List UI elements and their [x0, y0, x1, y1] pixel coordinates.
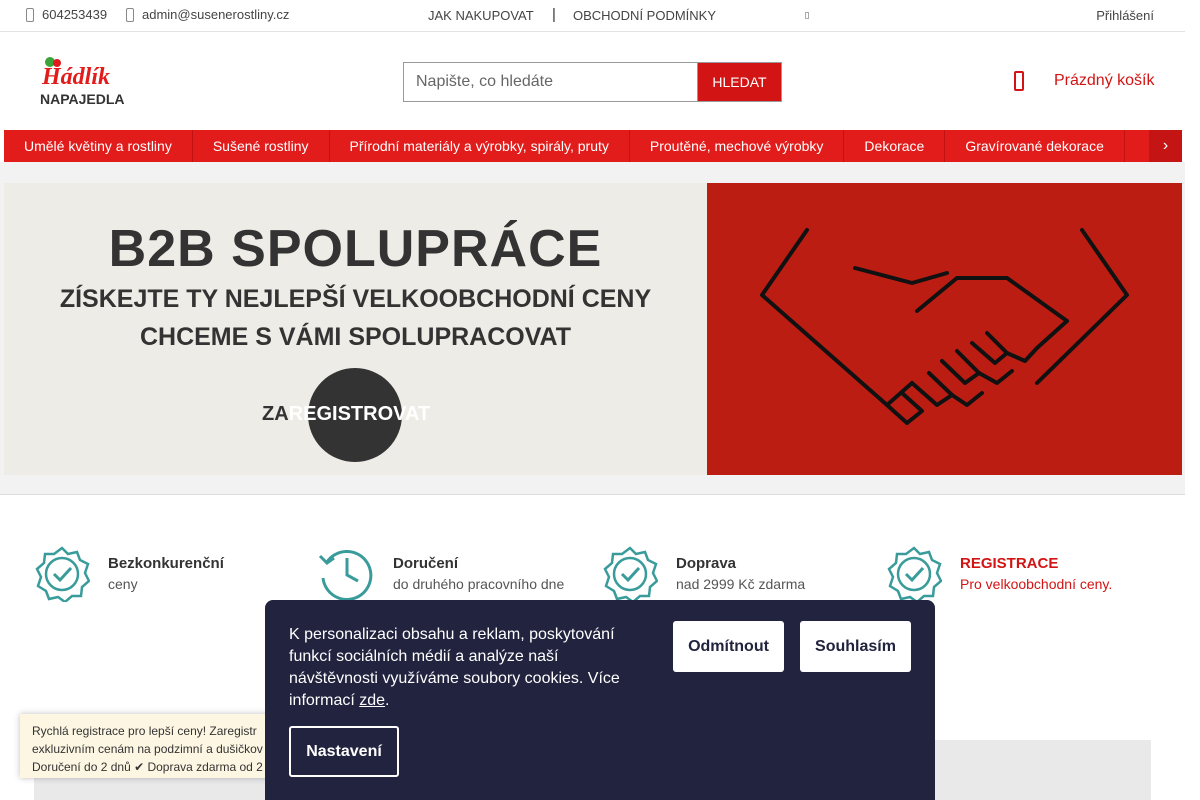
notice-line: exkluzivním cenám na podzimní a dušičkov	[32, 742, 263, 756]
benefit-subtitle: ceny	[108, 576, 138, 592]
nav-terms[interactable]: OBCHODNÍ PODMÍNKY	[573, 8, 716, 23]
banner-line-1: ZÍSKEJTE TY NEJLEPŠÍ VELKOOBCHODNÍ CENY	[59, 285, 652, 313]
benefit-subtitle: do druhého pracovního dne	[393, 576, 565, 592]
cookie-message: K personalizaci obsahu a reklam, poskyto…	[289, 626, 620, 709]
search-input[interactable]	[403, 62, 697, 102]
cookie-accept-button[interactable]: Souhlasím	[800, 621, 911, 672]
menu-item-natural-materials[interactable]: Přírodní materiály a výrobky, spirály, p…	[330, 130, 630, 162]
menu-more-button[interactable]: ›	[1149, 130, 1182, 162]
clock-icon	[318, 549, 373, 601]
cookie-period: .	[385, 692, 390, 709]
benefit-subtitle: nad 2999 Kč zdarma	[676, 576, 806, 592]
cookie-text: K personalizaci obsahu a reklam, poskyto…	[289, 624, 649, 712]
nav-separator: |	[552, 6, 556, 23]
logo-bottom-text: NAPAJEDLA	[40, 91, 125, 106]
handshake-icon	[760, 228, 1129, 425]
logo[interactable]: Hádlík NAPAJEDLA	[38, 54, 134, 106]
benefit-title: Doprava	[676, 555, 737, 572]
banner-line-2: CHCEME S VÁMI SPOLUPRACOVAT	[139, 323, 572, 351]
badge-check-icon	[887, 546, 942, 602]
email-text: admin@susenerostliny.cz	[142, 7, 290, 22]
banner-cta-part-1: ZA	[262, 403, 289, 425]
menu-item-engraved-decorations[interactable]: Gravírované dekorace	[945, 130, 1125, 162]
cart-icon	[1014, 71, 1024, 91]
benefit-subtitle: Pro velkoobchodní ceny.	[960, 576, 1113, 592]
benefit-delivery: Doručení do druhého pracovního dne	[317, 546, 564, 602]
chevron-icon: ›	[1162, 137, 1169, 154]
benefit-title: Bezkonkurenční	[108, 555, 224, 572]
logo-top-text: Hádlík	[41, 64, 110, 90]
cart-label: Prázdný košík	[1054, 72, 1155, 89]
benefit-registration[interactable]: REGISTRACE Pro velkoobchodní ceny.	[886, 546, 1112, 602]
menu-item-decorations[interactable]: Dekorace	[844, 130, 946, 162]
nav-how-to-buy[interactable]: JAK NAKUPOVAT	[428, 8, 534, 23]
info-notice[interactable]: Rychlá registrace pro lepší ceny! Zaregi…	[20, 714, 280, 778]
cookie-decline-button[interactable]: Odmítnout	[673, 621, 784, 672]
search-button[interactable]: HLEDAT	[697, 62, 782, 102]
benefit-shipping: Doprava nad 2999 Kč zdarma	[602, 546, 805, 602]
login-link[interactable]: Přihlášení	[1096, 8, 1154, 23]
benefit-title: Doručení	[393, 555, 459, 572]
benefit-title: REGISTRACE	[960, 555, 1059, 572]
top-bar: 604253439 admin@susenerostliny.cz JAK NA…	[0, 0, 1185, 32]
banner-image-panel	[707, 183, 1182, 475]
banner-cta[interactable]: ZAREGISTROVAT	[262, 403, 430, 426]
cookie-info-link[interactable]: zde	[359, 692, 385, 709]
cookie-banner: K personalizaci obsahu a reklam, poskyto…	[265, 600, 935, 800]
menu-item-wicker-products[interactable]: Proutěné, mechové výrobky	[630, 130, 845, 162]
benefit-price: Bezkonkurenční ceny	[34, 546, 224, 602]
banner-cta-part-2: REGISTROVAT	[288, 403, 431, 425]
menu-item-dried-plants[interactable]: Sušené rostliny	[193, 130, 330, 162]
banner-text-panel: B2B SPOLUPRÁCE ZÍSKEJTE TY NEJLEPŠÍ VELK…	[4, 183, 707, 475]
more-icon[interactable]	[805, 12, 809, 19]
badge-check-icon	[603, 546, 658, 602]
phone-link[interactable]: 604253439	[26, 7, 107, 22]
notice-line: Doručení do 2 dnů ✔ Doprava zdarma od 2	[32, 760, 263, 774]
banner-title: B2B SPOLUPRÁCE	[108, 220, 603, 278]
cookie-settings-button[interactable]: Nastavení	[289, 726, 399, 777]
email-icon	[126, 7, 134, 22]
badge-check-icon	[35, 546, 90, 602]
main-menu: Umělé květiny a rostliny Sušené rostliny…	[4, 130, 1182, 162]
phone-icon	[26, 7, 34, 22]
menu-item-artificial-flowers[interactable]: Umělé květiny a rostliny	[4, 130, 193, 162]
email-link[interactable]: admin@susenerostliny.cz	[126, 7, 289, 22]
phone-text: 604253439	[42, 7, 108, 22]
promo-banner[interactable]: B2B SPOLUPRÁCE ZÍSKEJTE TY NEJLEPŠÍ VELK…	[4, 183, 1182, 475]
notice-line: Rychlá registrace pro lepší ceny! Zaregi…	[32, 724, 257, 738]
cart-link[interactable]: Prázdný košík	[1014, 71, 1154, 91]
search-form: HLEDAT	[403, 62, 782, 102]
